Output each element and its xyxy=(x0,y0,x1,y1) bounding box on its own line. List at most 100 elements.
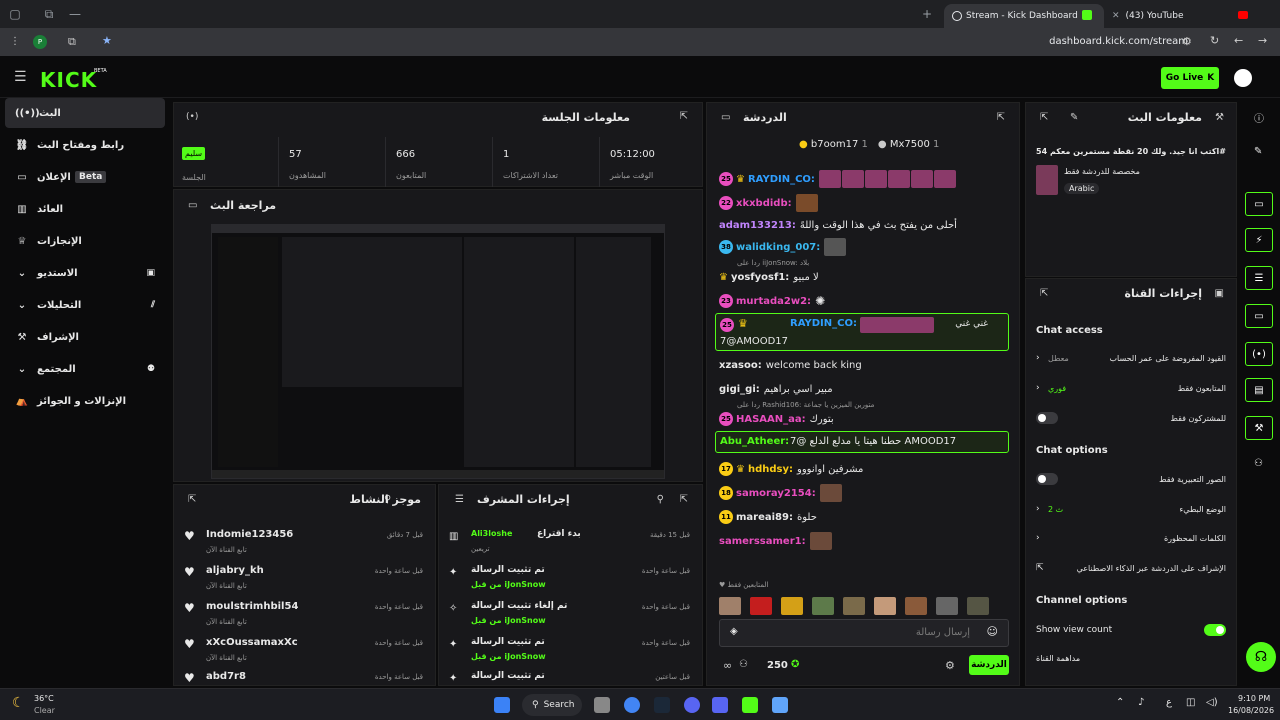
popout-icon[interactable]: ⇱ xyxy=(997,112,1005,123)
new-tab-button[interactable]: + xyxy=(912,7,942,21)
mic-icon[interactable]: ♪ xyxy=(1138,697,1144,708)
users-icon[interactable]: ⚇ xyxy=(739,659,748,670)
emote[interactable] xyxy=(719,597,741,615)
chrome-icon[interactable] xyxy=(624,697,640,713)
emote[interactable] xyxy=(750,597,772,615)
revenue-icon: ▥ xyxy=(17,203,27,215)
sidebar-item-ads[interactable]: ▭ الإعلان Beta xyxy=(5,162,165,192)
weather-temp[interactable]: 36°C xyxy=(34,694,54,703)
send-chat-button[interactable]: الدردشة xyxy=(969,655,1009,675)
shield-icon[interactable]: ◈ xyxy=(730,626,738,637)
tab-youtube[interactable]: ✕ (43) YouTube xyxy=(1104,4,1254,28)
settings-gear-icon[interactable]: ⚙ xyxy=(945,659,955,672)
users-icon[interactable]: ⚇ xyxy=(1254,458,1263,469)
row-ai-moderation[interactable]: ⇱ الإشراف على الدردشة عبر الذكاء الاصطنا… xyxy=(1036,557,1226,579)
sidebar-item-analytics[interactable]: ⌄ التحليلات ⫽ xyxy=(5,290,165,320)
sidebar-item-drops[interactable]: ⛺ الإنزالات و الجوائز xyxy=(5,386,165,416)
taskbar-search[interactable]: ⚲ Search xyxy=(522,694,582,716)
sidebar-item-studio[interactable]: ⌄ الاستديو ▣ xyxy=(5,258,165,288)
quick-action-button[interactable]: ▭ xyxy=(1245,304,1273,328)
back-icon[interactable]: ← xyxy=(1234,34,1243,47)
extensions-icon[interactable]: ⧉ xyxy=(68,35,76,49)
emote[interactable] xyxy=(936,597,958,615)
minimize-icon[interactable]: — xyxy=(60,7,90,21)
emote[interactable] xyxy=(967,597,989,615)
window-menu-icon[interactable]: ▢ xyxy=(0,7,30,21)
forward-icon[interactable]: → xyxy=(1258,34,1267,47)
app-icon[interactable] xyxy=(772,697,788,713)
sidebar-item-revenue[interactable]: ▥ العائد xyxy=(5,194,165,224)
site-settings-icon[interactable]: ⚙ xyxy=(1182,35,1192,48)
chat-message: adam133213: أحلى من يفتح بث في هذا الوقت… xyxy=(719,219,957,231)
close-tab-icon[interactable]: ✕ xyxy=(1112,11,1120,21)
tray-chevron-icon[interactable]: ⌃ xyxy=(1116,697,1124,708)
quick-action-button[interactable]: ▤ xyxy=(1245,378,1273,402)
infinity-icon[interactable]: ∞ xyxy=(723,659,732,672)
chat-message: ♛ yosfyosf1: لا مبيو xyxy=(719,271,819,283)
hamburger-menu-icon[interactable]: ☰ xyxy=(14,69,27,85)
sidebar-item-stream-key[interactable]: ⛓ رابط ومفتاح البث xyxy=(5,130,165,160)
emote[interactable] xyxy=(781,597,803,615)
steam-icon[interactable] xyxy=(654,697,670,713)
category-thumbnail[interactable] xyxy=(1036,165,1058,195)
kick-logo[interactable]: KICK xyxy=(40,68,97,92)
chat-message-highlighted: Abu_Atheer: 7@ حطنا هيتا يا مدلع الدلع A… xyxy=(715,431,1009,453)
sidebar-item-stream[interactable]: ((•)) البث xyxy=(5,98,165,128)
chat-input[interactable]: ◈ إرسال رسالة ☺ xyxy=(719,619,1009,647)
sidebar-item-achievements[interactable]: ♕ الإنجازات xyxy=(5,226,165,256)
emote[interactable] xyxy=(874,597,896,615)
info-icon[interactable]: ⓘ xyxy=(1254,110,1264,125)
gifter-1[interactable]: ● b7oom17 1 xyxy=(799,139,868,150)
emote[interactable] xyxy=(843,597,865,615)
network-icon[interactable]: ◫ xyxy=(1186,697,1195,708)
filter-icon[interactable]: ⚲ xyxy=(657,494,664,505)
subscribers-only-toggle[interactable] xyxy=(1036,412,1058,424)
popout-icon[interactable]: ⇱ xyxy=(680,111,688,122)
sidebar-item-community[interactable]: ⌄ المجتمع ⚉ xyxy=(5,354,165,384)
edit-pencil-icon[interactable]: ✎ xyxy=(1070,112,1078,123)
quick-action-button[interactable]: ▭ xyxy=(1245,192,1273,216)
bookmark-star-icon[interactable]: ★ xyxy=(102,34,112,47)
emote[interactable] xyxy=(812,597,834,615)
chevron-right-icon: › xyxy=(1036,383,1040,393)
row-banned-words[interactable]: › الكلمات المحظورة xyxy=(1036,527,1226,549)
tab-kick-dashboard[interactable]: Stream - Kick Dashboard xyxy=(944,4,1104,28)
popout-icon[interactable]: ⇱ xyxy=(680,494,688,505)
quick-action-button[interactable]: ☰ xyxy=(1245,266,1273,290)
emote-only-toggle[interactable] xyxy=(1036,473,1058,485)
popout-icon[interactable]: ⇱ xyxy=(1040,112,1048,123)
discord-icon[interactable] xyxy=(684,697,700,713)
emote[interactable] xyxy=(905,597,927,615)
user-avatar[interactable] xyxy=(1234,69,1252,87)
row-followers-only[interactable]: › فوري المتابعون فقط xyxy=(1036,377,1226,399)
emoji-icon[interactable]: ☺ xyxy=(987,625,998,638)
gifter-2[interactable]: ● Mx7500 1 xyxy=(878,139,939,150)
quick-action-button[interactable]: ⚒ xyxy=(1245,416,1273,440)
menu-dots-icon[interactable]: ⋮ xyxy=(10,36,20,47)
quick-action-button[interactable]: (•) xyxy=(1245,342,1273,366)
address-bar[interactable]: dashboard.kick.com/stream xyxy=(1049,36,1188,47)
show-view-count-toggle[interactable] xyxy=(1204,624,1226,636)
sidebar-item-moderation[interactable]: ⚒ الإشراف xyxy=(5,322,165,352)
clock-time[interactable]: 9:10 PM xyxy=(1238,694,1270,703)
support-headset-icon[interactable]: ☊ xyxy=(1246,642,1276,672)
edit-pencil-icon[interactable]: ✎ xyxy=(1254,146,1262,157)
volume-icon[interactable]: ◁) xyxy=(1206,697,1218,708)
row-raid[interactable]: مداهمة القناة xyxy=(1036,647,1226,669)
windows-start-icon[interactable] xyxy=(494,697,510,713)
go-live-button[interactable]: Go Live K xyxy=(1161,67,1219,89)
reload-icon[interactable]: ↻ xyxy=(1210,34,1219,47)
panel-title: موجز النشاط xyxy=(349,493,421,506)
profile-avatar[interactable]: P xyxy=(33,35,47,49)
dd-app-icon[interactable] xyxy=(712,697,728,713)
stream-preview-video[interactable] xyxy=(211,224,665,479)
category-name[interactable]: مخصصة للدردشة فقط xyxy=(1064,167,1140,176)
language-icon[interactable]: ع xyxy=(1166,697,1172,708)
quick-action-button[interactable]: ⚡ xyxy=(1245,228,1273,252)
app-icon[interactable] xyxy=(742,697,758,713)
home-icon[interactable] xyxy=(594,697,610,713)
row-account-age[interactable]: › معطل القيود المفروضة على عمر الحساب xyxy=(1036,347,1226,369)
popout-icon[interactable]: ⇱ xyxy=(188,494,196,505)
popout-icon[interactable]: ⇱ xyxy=(1040,288,1048,299)
row-slow-mode[interactable]: › 2 ث الوضع البطيء xyxy=(1036,498,1226,520)
